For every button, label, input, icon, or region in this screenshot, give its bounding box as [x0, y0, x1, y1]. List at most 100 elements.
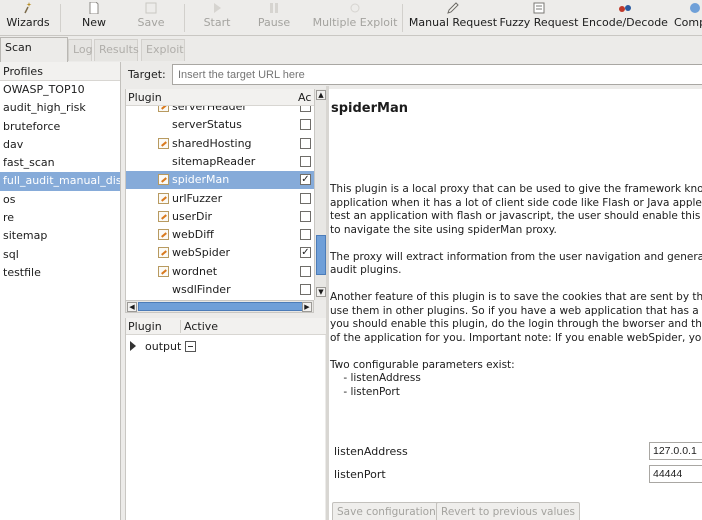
start-button[interactable]: Start	[190, 0, 244, 35]
plugin-column-header[interactable]: Plugin	[128, 91, 162, 104]
profile-item[interactable]: OWASP_TOP10	[0, 81, 120, 99]
plugin-row[interactable]: wordnet	[126, 263, 314, 281]
save-label: Save	[137, 16, 165, 29]
plugin-row[interactable]: wsdlFinder	[126, 281, 314, 299]
plugin-name: sharedHosting	[172, 136, 252, 150]
plugin-description: This plugin is a local proxy that can be…	[330, 183, 702, 398]
plugin-name: wsdlFinder	[172, 283, 231, 296]
plugin-active-checkbox[interactable]	[300, 119, 311, 131]
plugin-active-checkbox[interactable]	[300, 192, 311, 204]
listen-address-input[interactable]	[649, 442, 702, 460]
target-url-input[interactable]	[172, 64, 702, 85]
listen-port-label: listenPort	[334, 468, 386, 481]
plugin-active-checkbox[interactable]	[300, 265, 311, 277]
collapse-minus-icon[interactable]	[185, 341, 196, 352]
wand-icon	[24, 2, 32, 14]
multiple-exploit-label: Multiple Exploit	[312, 16, 398, 29]
encode-icon	[619, 5, 631, 12]
plugin-row[interactable]: sharedHosting	[126, 135, 314, 153]
plugin-name: webSpider	[172, 246, 231, 260]
scroll-up-icon[interactable]: ▲	[316, 90, 326, 100]
new-button[interactable]: New	[64, 0, 124, 35]
new-label: New	[82, 16, 106, 29]
save-icon	[145, 2, 157, 14]
compare-button[interactable]: Comp	[670, 0, 702, 35]
output-row[interactable]: output	[145, 340, 181, 353]
fuzzy-icon	[533, 2, 545, 14]
plugin-row[interactable]: webDiff	[126, 226, 314, 244]
plugin-icon	[158, 210, 169, 222]
save-button[interactable]: Save	[124, 0, 178, 35]
plugin-active-checkbox[interactable]	[300, 210, 311, 222]
pause-button[interactable]: Pause	[246, 0, 302, 35]
scroll-thumb[interactable]	[316, 235, 326, 275]
pause-label: Pause	[257, 16, 291, 29]
expand-arrow-icon[interactable]	[130, 341, 136, 351]
tab-scan-config[interactable]: Scan config	[0, 37, 68, 74]
listen-port-input[interactable]	[649, 465, 702, 483]
plugin-row[interactable]: serverStatus	[126, 116, 314, 134]
save-configuration-button[interactable]: Save configuration	[332, 502, 441, 520]
plugin-column-header[interactable]: Plugin	[128, 320, 162, 333]
scroll-left-icon[interactable]: ◀	[127, 302, 137, 312]
compare-icon	[690, 3, 700, 13]
exploit-icon	[350, 3, 360, 13]
pencil-icon	[447, 2, 459, 14]
profile-item[interactable]: sitemap	[0, 227, 120, 245]
plugin-vertical-scrollbar[interactable]: ▲ ▼	[314, 89, 326, 300]
profile-item[interactable]: fast_scan	[0, 154, 120, 172]
profile-item[interactable]: sql	[0, 246, 120, 264]
plugin-active-checkbox[interactable]	[300, 284, 311, 295]
plugin-icon	[158, 247, 169, 259]
plugin-name: spiderMan	[172, 173, 230, 187]
plugin-name: wordnet	[172, 264, 218, 278]
plugin-icon	[158, 265, 169, 277]
wizards-button[interactable]: Wizards	[0, 0, 56, 35]
profile-item[interactable]: testfile	[0, 264, 120, 282]
plugin-icon	[158, 192, 169, 204]
profile-item[interactable]: audit_high_risk	[0, 99, 120, 117]
tab-results[interactable]: Results	[94, 39, 139, 61]
plugin-row[interactable]: userDir	[126, 208, 314, 226]
column-separator	[180, 320, 181, 333]
active-column-header[interactable]: Active	[184, 320, 218, 333]
revert-button[interactable]: Revert to previous values	[436, 502, 580, 520]
fuzzy-request-button[interactable]: Fuzzy Request	[499, 0, 579, 35]
profile-item[interactable]: bruteforce	[0, 118, 120, 136]
toolbar-separator	[402, 4, 403, 32]
scroll-down-icon[interactable]: ▼	[316, 287, 326, 297]
profile-item[interactable]: re	[0, 209, 120, 227]
wizards-label: Wizards	[6, 16, 50, 29]
plugin-horizontal-scrollbar[interactable]: ◀ ▶	[125, 300, 314, 313]
plugin-active-checkbox[interactable]: ✓	[300, 247, 311, 259]
plugin-table-header: Plugin Ac	[126, 89, 314, 106]
plugin-name: sitemapReader	[172, 154, 256, 168]
tab-exploit[interactable]: Exploit	[141, 39, 185, 61]
manual-request-button[interactable]: Manual Request	[408, 0, 498, 35]
play-icon	[214, 3, 221, 13]
plugin-description-panel: spiderMan This plugin is a local proxy t…	[329, 89, 702, 520]
multiple-exploit-button[interactable]: Multiple Exploit	[310, 0, 400, 35]
scroll-right-icon[interactable]: ▶	[302, 302, 312, 312]
plugin-active-checkbox[interactable]	[300, 229, 311, 241]
plugin-row[interactable]: webSpider ✓	[126, 244, 314, 262]
profile-item[interactable]: full_audit_manual_disc	[0, 172, 120, 191]
plugin-row[interactable]: urlFuzzer	[126, 190, 314, 208]
plugin-name: urlFuzzer	[172, 191, 223, 205]
active-column-header[interactable]: Ac	[298, 91, 311, 104]
profile-item[interactable]: os	[0, 191, 120, 209]
plugin-title: spiderMan	[331, 101, 408, 116]
plugin-row[interactable]: spiderMan ✓	[126, 171, 314, 190]
plugin-active-checkbox[interactable]	[300, 137, 311, 149]
plugin-name: serverStatus	[172, 118, 242, 132]
toolbar-separator	[184, 4, 185, 32]
scroll-thumb[interactable]	[138, 302, 303, 311]
encode-decode-button[interactable]: Encode/Decode	[582, 0, 668, 35]
plugin-row[interactable]: sitemapReader	[126, 153, 314, 171]
target-label: Target:	[128, 68, 166, 81]
main-toolbar: Wizards New Save Start Pause Multiple Ex…	[0, 0, 702, 36]
tab-log[interactable]: Log	[68, 39, 93, 61]
plugin-active-checkbox[interactable]	[300, 155, 311, 167]
profile-item[interactable]: dav	[0, 136, 120, 154]
plugin-active-checkbox[interactable]: ✓	[300, 174, 311, 186]
